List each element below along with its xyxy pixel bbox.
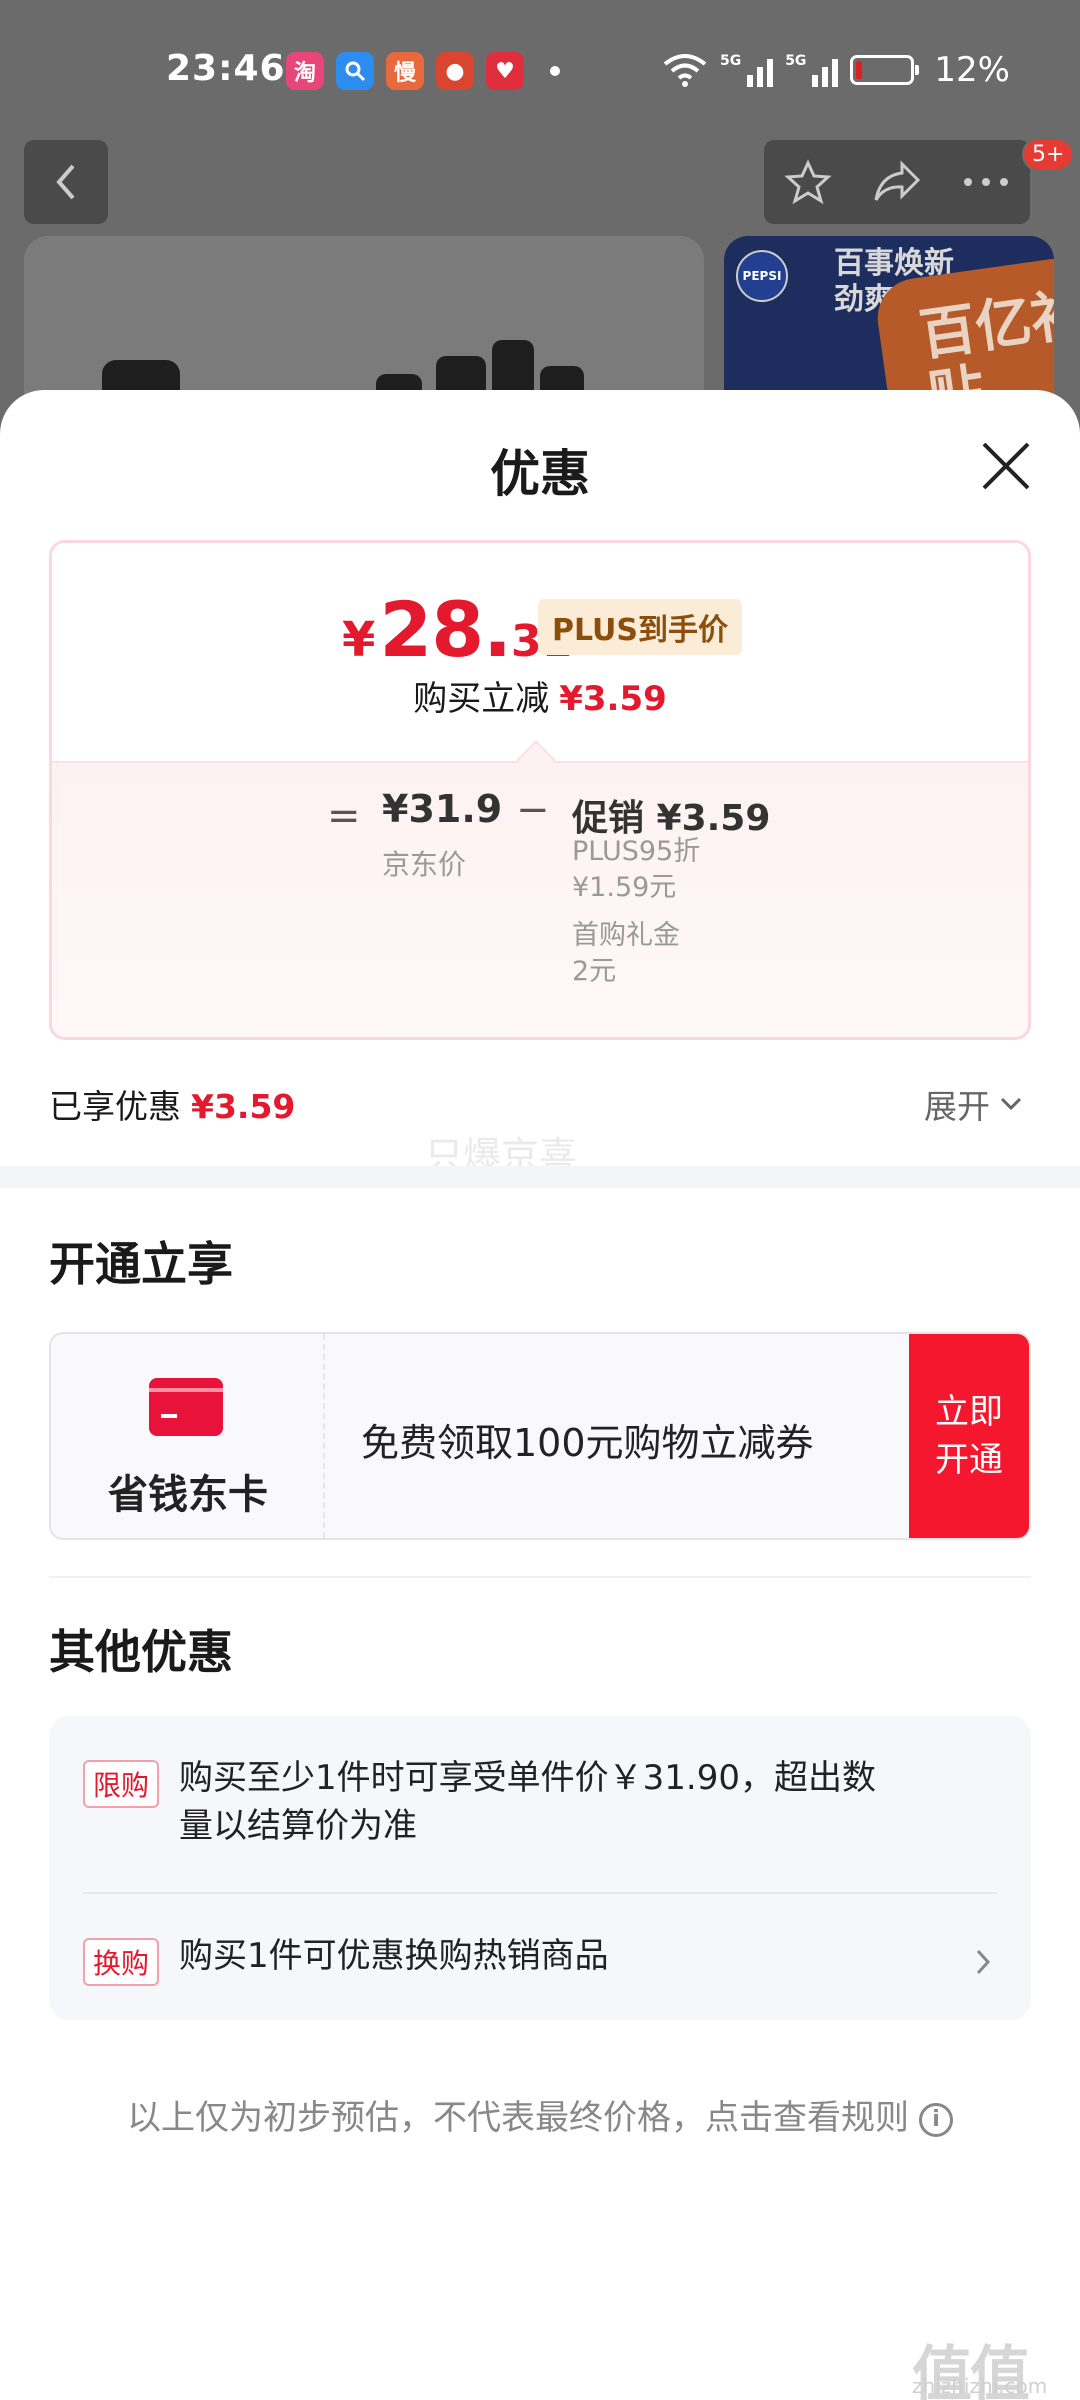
equals-sign: = xyxy=(327,793,361,839)
more-notifications-dot xyxy=(550,66,560,76)
chevron-right-icon xyxy=(976,1949,991,1975)
instant-reduction: 购买立减 ¥3.59 xyxy=(52,671,1028,720)
disclaimer-text: 以上仅为初步预估，不代表最终价格，点击查看规则 xyxy=(127,2098,909,2138)
mannhua-icon: 慢 xyxy=(386,52,424,90)
other-discounts-list: 限购 购买至少1件时可享受单件价￥31.90，超出数 量以结算价为准 换购 购买… xyxy=(49,1716,1031,2020)
other-section-title: 其他优惠 xyxy=(49,1625,233,1679)
purchase-limit-line1: 购买至少1件时可享受单件价￥31.90，超出数 xyxy=(179,1758,876,1798)
back-button[interactable] xyxy=(24,140,108,224)
pinduoduo-icon: ♥ xyxy=(486,52,524,90)
site-url: zhizhizhi.com xyxy=(912,2374,1048,2398)
share-icon[interactable] xyxy=(872,160,922,204)
battery-level xyxy=(856,61,863,79)
expand-button[interactable]: 展开 xyxy=(924,1080,1022,1128)
notification-icons: 淘 慢 ● ♥ xyxy=(286,52,560,90)
final-price-area: ¥ 28. 31 PLUS到手价 购买立减¥3.59 xyxy=(52,543,1028,761)
enjoyed-label: 已享优惠 xyxy=(49,1087,181,1126)
pepsi-logo: PEPSI xyxy=(736,250,788,302)
wifi-icon xyxy=(663,54,707,87)
signal-label-2: 5G xyxy=(785,53,807,69)
purchase-limit-line2: 量以结算价为准 xyxy=(179,1806,417,1846)
sheet-title: 优惠 xyxy=(490,445,590,503)
open-now-button[interactable]: 立即 开通 xyxy=(909,1334,1029,1538)
price-breakdown-card: ¥ 28. 31 PLUS到手价 购买立减¥3.59 = ¥31.9 京东价 −… xyxy=(49,540,1031,1040)
battery-icon xyxy=(850,55,920,85)
signal-icon: 5G xyxy=(719,53,774,87)
notification-badge: 5+ xyxy=(1022,138,1075,171)
open-button-line1: 立即 xyxy=(935,1392,1003,1432)
star-icon[interactable] xyxy=(784,158,832,206)
enjoyed-discount: 已享优惠 ¥3.59 xyxy=(49,1080,295,1128)
status-time: 23:46 xyxy=(166,48,286,89)
expand-label: 展开 xyxy=(924,1087,990,1126)
status-right: 5G 5G 12% xyxy=(662,50,1010,90)
plus-price-tag: PLUS到手价 xyxy=(538,599,743,655)
card-name: 省钱东卡 xyxy=(108,1472,268,1518)
nav-actions xyxy=(764,140,1030,224)
search-icon xyxy=(336,52,374,90)
divider xyxy=(49,1576,1031,1578)
info-icon: i xyxy=(919,2102,953,2137)
card-brand: 省钱东卡 xyxy=(51,1334,325,1538)
section-separator xyxy=(0,1166,1080,1188)
discount-sheet: 优惠 ¥ 28. 31 PLUS到手价 购买立减¥3.59 = ¥31.9 京东… xyxy=(0,390,1080,2400)
promo-item-name: 首购礼金 xyxy=(572,920,680,951)
signal-label: 5G xyxy=(719,53,742,69)
exchange-text: 购买1件可优惠换购热销商品 xyxy=(179,1936,609,1976)
price-currency: ¥ xyxy=(342,612,376,668)
product-page-background: 23:46 淘 慢 ● ♥ 5G 5G 12% 5+ PEPSI 百事焕新 劲爽… xyxy=(0,0,1080,440)
promo-item-name: PLUS95折 xyxy=(572,836,701,867)
reduction-label: 购买立减 xyxy=(413,679,550,719)
jd-price-label: 京东价 xyxy=(382,848,467,881)
more-icon[interactable] xyxy=(962,176,1010,188)
status-bar: 23:46 淘 慢 ● ♥ 5G 5G 12% xyxy=(0,0,1080,140)
purchase-limit-tag: 限购 xyxy=(83,1760,160,1808)
card-description: 免费领取100元购物立减券 xyxy=(361,1421,814,1465)
open-button-line2: 开通 xyxy=(935,1440,1003,1480)
jd-price: ¥31.9 xyxy=(382,787,503,831)
taobao-icon: 淘 xyxy=(286,52,324,90)
reduction-value: ¥3.59 xyxy=(559,679,667,719)
minus-sign: − xyxy=(516,787,550,833)
close-icon[interactable] xyxy=(980,440,1032,492)
battery-percent: 12% xyxy=(934,50,1010,90)
game-icon: ● xyxy=(436,52,474,90)
promo-item-value: 2元 xyxy=(572,956,617,987)
list-divider xyxy=(83,1892,997,1894)
price-integer: 28. xyxy=(379,585,512,674)
back-icon xyxy=(56,164,75,200)
open-section-title: 开通立享 xyxy=(49,1237,233,1291)
credit-card-icon xyxy=(149,1378,223,1436)
promo-item-value: ¥1.59元 xyxy=(572,872,677,903)
purchase-limit-text: 购买至少1件时可享受单件价￥31.90，超出数 量以结算价为准 xyxy=(179,1754,876,1850)
enjoyed-value: ¥3.59 xyxy=(191,1087,296,1126)
chevron-down-icon xyxy=(1000,1097,1022,1111)
exchange-tag: 换购 xyxy=(83,1938,160,1986)
signal-icon-2: 5G xyxy=(785,53,839,87)
savings-card-offer[interactable]: 省钱东卡 免费领取100元购物立减券 立即 开通 xyxy=(49,1332,1031,1540)
rules-link[interactable]: 以上仅为初步预估，不代表最终价格，点击查看规则 i xyxy=(0,2090,1080,2139)
